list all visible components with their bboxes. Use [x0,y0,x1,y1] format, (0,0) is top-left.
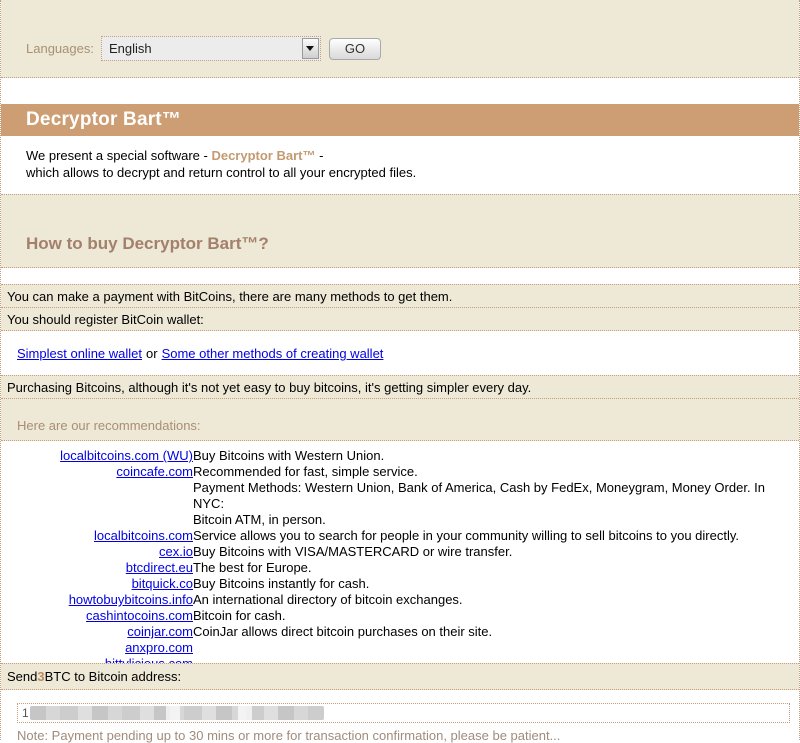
exchange-desc [193,640,799,656]
exchange-desc: Buy Bitcoins instantly for cash. [193,576,799,592]
wallet-links-section: Simplest online wallet or Some other metho… [1,331,799,375]
simplest-wallet-link[interactable]: Simplest online wallet [17,346,142,361]
intro-section: We present a special software - Decrypto… [1,136,799,194]
register-wallet-bar: You should register BitCoin wallet: [1,308,799,331]
send-btc-bar: Send 3 BTC to Bitcoin address: [1,663,799,690]
btc-amount: 3 [37,669,44,684]
intro-text-line2: which allows to decrypt and return contr… [26,165,416,180]
table-row: coinjar.com CoinJar allows direct bitcoi… [1,624,799,640]
exchange-link[interactable]: howtobuybitcoins.info [69,592,193,607]
bitcoin-address-field[interactable]: 1 [17,703,790,723]
table-row: coincafe.com Recommended for fast, simpl… [1,464,799,528]
payment-footer-section: 1 Note: Payment pending up to 30 mins or… [1,690,799,740]
exchange-link[interactable]: localbitcoins.com [94,528,193,543]
exchange-desc: An international directory of bitcoin ex… [193,592,799,608]
chevron-down-icon[interactable] [302,38,319,59]
howto-section: How to buy Decryptor Bart™? [1,194,799,268]
recommendations-heading-section: Here are our recommendations: [1,399,799,441]
address-visible-prefix: 1 [22,706,29,720]
table-row: howtobuybitcoins.info An international d… [1,592,799,608]
exchange-desc: The best for Europe. [193,560,799,576]
purchasing-bar: Purchasing Bitcoins, although it's not y… [1,375,799,399]
exchange-link[interactable]: coinjar.com [127,624,193,639]
exchange-link[interactable]: bittylicious.com [105,656,193,663]
exchange-desc: Service allows you to search for people … [193,528,799,544]
exchange-link[interactable]: anxpro.com [125,640,193,655]
table-row: bitquick.co Buy Bitcoins instantly for c… [1,576,799,592]
exchange-link[interactable]: coincafe.com [116,464,193,479]
recommendations-table-section: localbitcoins.com (WU) Buy Bitcoins with… [1,441,799,663]
table-row: localbitcoins.com (WU) Buy Bitcoins with… [1,448,799,464]
table-row: cashintocoins.com Bitcoin for cash. [1,608,799,624]
register-wallet-text: You should register BitCoin wallet: [7,312,204,327]
payment-note: Note: Payment pending up to 30 mins or m… [1,728,799,743]
language-select[interactable]: English [101,36,321,61]
recommendations-table: localbitcoins.com (WU) Buy Bitcoins with… [1,448,799,663]
exchange-desc: Buy Bitcoins with VISA/MASTERCARD or wir… [193,544,799,560]
recommendations-heading: Here are our recommendations: [17,418,201,433]
exchange-link[interactable]: localbitcoins.com (WU) [60,448,193,463]
purchasing-text: Purchasing Bitcoins, although it's not y… [7,380,531,395]
exchange-desc [193,656,799,663]
language-label: Languages: [26,41,94,56]
exchange-link[interactable]: cex.io [159,544,193,559]
table-row: anxpro.com [1,640,799,656]
table-row: btcdirect.eu The best for Europe. [1,560,799,576]
exchange-desc: Bitcoin for cash. [193,608,799,624]
exchange-link[interactable]: cashintocoins.com [86,608,193,623]
language-section: Languages: English GO [1,0,799,78]
send-suffix: BTC to Bitcoin address: [45,669,182,684]
exchange-link[interactable]: bitquick.co [132,576,193,591]
title-bar: Decryptor Bart™ [1,104,799,136]
table-row: bittylicious.com [1,656,799,663]
censored-address-blur [30,706,324,720]
other-wallet-methods-link[interactable]: Some other methods of creating wallet [162,346,384,361]
payment-methods-text: You can make a payment with BitCoins, th… [7,289,452,304]
go-button[interactable]: GO [329,38,381,60]
language-select-value: English [109,41,152,56]
language-row: Languages: English GO [26,36,799,61]
intro-text-after: - [315,148,323,163]
page: { "colors": { "accent_tan": "#cd9e74", "… [0,0,800,740]
intro-text-before: We present a special software - [26,148,211,163]
table-row: localbitcoins.com Service allows you to … [1,528,799,544]
howto-heading: How to buy Decryptor Bart™? [26,234,799,254]
page-title: Decryptor Bart™ [26,109,181,131]
exchange-desc: Recommended for fast, simple service. Pa… [193,464,799,528]
payment-methods-bar: You can make a payment with BitCoins, th… [1,284,799,308]
table-row: cex.io Buy Bitcoins with VISA/MASTERCARD… [1,544,799,560]
or-separator: or [146,346,158,361]
exchange-desc: CoinJar allows direct bitcoin purchases … [193,624,799,640]
spacer [1,78,799,104]
brand-name: Decryptor Bart™ [211,148,315,163]
send-prefix: Send [7,669,37,684]
spacer [1,268,799,284]
exchange-desc: Buy Bitcoins with Western Union. [193,448,799,464]
exchange-link[interactable]: btcdirect.eu [126,560,193,575]
